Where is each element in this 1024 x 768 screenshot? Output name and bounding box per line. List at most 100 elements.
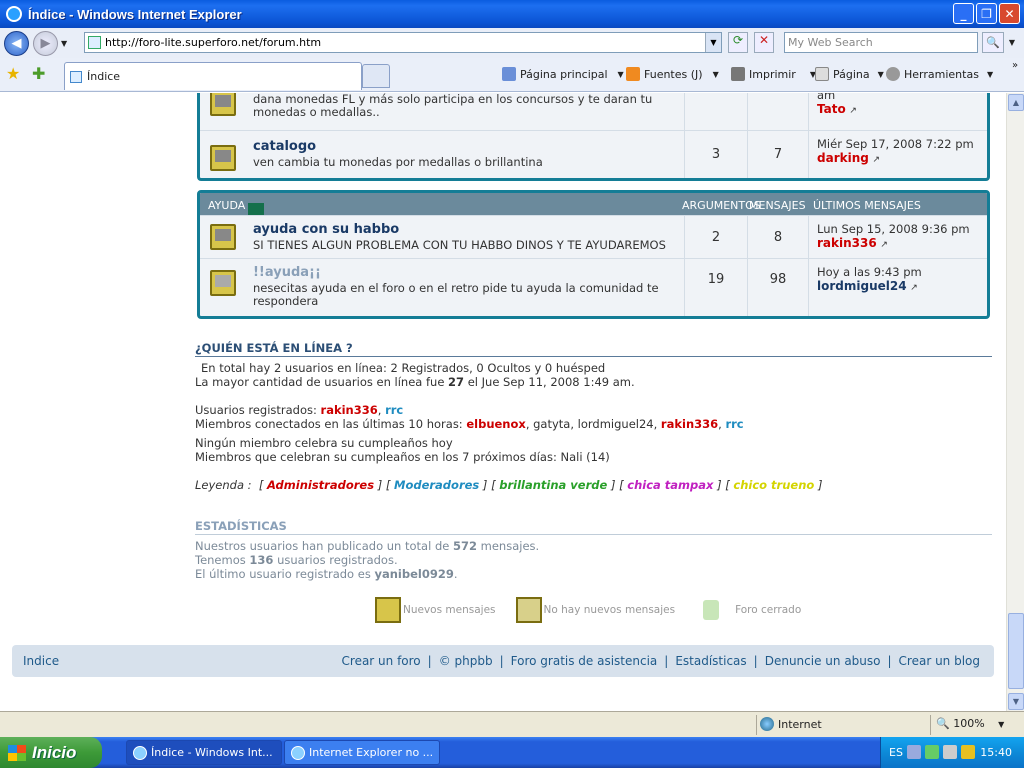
user-link[interactable]: lordmiguel24 [578, 417, 654, 431]
tab-bar: ★ ✚ Índice Página principal ▼ Fuentes (J)… [0, 58, 1024, 92]
footer-link[interactable]: Foro gratis de asistencia [511, 654, 658, 668]
registered-users: Usuarios registrados: rakin336, rrc [195, 403, 404, 417]
scroll-thumb[interactable] [1008, 613, 1024, 689]
window-titlebar[interactable]: Índice - Windows Internet Explorer _ ❐ ✕ [0, 0, 1024, 28]
start-label: Inicio [32, 742, 77, 762]
user-link[interactable]: rakin336 [321, 403, 378, 417]
print-button[interactable]: Imprimir ▼ [731, 65, 816, 83]
last-post-user[interactable]: Tato [817, 102, 846, 116]
forum-last-post: am Tato ↗ [817, 93, 982, 118]
new-tab-button[interactable] [362, 64, 390, 88]
stop-button[interactable]: ✕ [754, 32, 774, 53]
feeds-button[interactable]: Fuentes (J) ▼ [626, 65, 719, 83]
page-menu-button[interactable]: Página ▼ [815, 65, 884, 83]
taskbar-item-label: Internet Explorer no ... [309, 746, 434, 759]
forum-row: catalogo ven cambia tu monedas por medal… [200, 130, 987, 178]
home-label: Página principal [520, 67, 608, 81]
last-post-user[interactable]: lordmiguel24 [817, 279, 907, 293]
user-link[interactable]: elbuenox [466, 417, 525, 431]
messenger-icon[interactable] [925, 745, 939, 759]
last-post-user[interactable]: darking [817, 151, 869, 165]
legend-group[interactable]: brillantina verde [499, 478, 607, 492]
goto-post-icon[interactable]: ↗ [910, 283, 918, 293]
home-button[interactable]: Página principal ▼ [502, 65, 624, 83]
user-link[interactable]: rrc [385, 403, 403, 417]
user-link[interactable]: gatyta [533, 417, 570, 431]
network-icon[interactable] [907, 745, 921, 759]
category-title[interactable]: AYUDA [208, 199, 245, 212]
search-options-dropdown[interactable]: ▼ [1006, 32, 1018, 53]
stats-posts: Nuestros usuarios han publicado un total… [195, 539, 540, 553]
taskbar-item[interactable]: Internet Explorer no ... [284, 740, 440, 765]
footer-link[interactable]: Estadísticas [675, 654, 746, 668]
language-indicator[interactable]: ES [889, 746, 903, 759]
forum-category-ayuda: AYUDA ARGUMENTOS MENSAJES ÚLTIMOS MENSAJ… [197, 190, 990, 319]
search-button[interactable]: 🔍 [982, 32, 1004, 53]
forum-row: !!ayuda¡¡ nesecitas ayuda en el foro o e… [200, 258, 987, 316]
back-button[interactable]: ◀ [4, 30, 29, 56]
online-title: ¿QUIÉN ESTÁ EN LÍNEA ? [195, 341, 353, 355]
windows-flag-icon [8, 745, 26, 761]
address-url: http://foro-lite.superforo.net/forum.htm [105, 36, 322, 49]
legend-no-new: No hay nuevos mensajes [543, 604, 676, 616]
taskbar-item[interactable]: Índice - Windows Int... [126, 740, 282, 765]
address-input[interactable]: http://foro-lite.superforo.net/forum.htm… [84, 32, 722, 53]
forum-name[interactable]: catalogo [253, 139, 316, 154]
tools-menu-button[interactable]: Herramientas ▼ [886, 65, 993, 83]
start-button[interactable]: Inicio [0, 737, 102, 768]
user-link[interactable]: rakin336 [661, 417, 718, 431]
goto-post-icon[interactable]: ↗ [849, 106, 857, 116]
stats-title: ESTADÍSTICAS [195, 519, 287, 533]
add-favorites-icon[interactable]: ✚ [32, 64, 45, 83]
search-placeholder: My Web Search [788, 36, 873, 49]
zoom-control[interactable]: 🔍 100% ▼ [936, 717, 1004, 730]
footer-link[interactable]: Denuncie un abuso [765, 654, 881, 668]
legend-new-posts: Nuevos mensajes [403, 604, 496, 616]
footer-link[interactable]: Crear un foro [342, 654, 421, 668]
user-link[interactable]: rrc [725, 417, 743, 431]
newest-user-link[interactable]: yanibel0929 [374, 567, 453, 581]
vertical-scrollbar[interactable]: ▲ ▼ [1006, 93, 1024, 711]
recent-pages-dropdown[interactable]: ▼ [61, 39, 67, 48]
refresh-button[interactable]: ⟳ [728, 32, 748, 53]
hardware-icon[interactable] [943, 745, 957, 759]
footer-link[interactable]: Crear un blog [899, 654, 980, 668]
security-zone[interactable]: Internet [760, 717, 822, 731]
forum-name[interactable]: !!ayuda¡¡ [253, 265, 321, 280]
clock[interactable]: 15:40 [980, 746, 1012, 759]
last-post-user[interactable]: rakin336 [817, 236, 877, 250]
forum-topic-count: 19 [707, 272, 725, 287]
forum-name[interactable]: ayuda con su habbo [253, 222, 399, 237]
page-menu-label: Página [833, 67, 870, 81]
tab-indice[interactable]: Índice [64, 62, 362, 90]
more-commands-icon[interactable]: » [1012, 60, 1018, 71]
legend-group[interactable]: chico trueno [733, 478, 814, 492]
page-menu-icon [815, 67, 829, 81]
address-dropdown[interactable]: ▼ [705, 33, 721, 52]
security-shield-icon[interactable] [961, 745, 975, 759]
legend-admins[interactable]: Administradores [267, 478, 374, 492]
print-label: Imprimir [749, 67, 796, 81]
system-tray: ES 15:40 [880, 737, 1024, 768]
scroll-down-arrow-icon[interactable]: ▼ [1008, 693, 1024, 710]
tab-label: Índice [87, 70, 121, 83]
scroll-up-arrow-icon[interactable]: ▲ [1008, 94, 1024, 111]
no-new-posts-icon [515, 597, 542, 623]
feeds-label: Fuentes (J) [644, 67, 703, 81]
footer-home-link[interactable]: Indice [23, 654, 59, 668]
globe-icon [760, 717, 774, 731]
minimize-icon[interactable]: _ [953, 3, 974, 24]
favorites-star-icon[interactable]: ★ [6, 64, 20, 83]
forum-new-posts-icon [210, 270, 236, 296]
goto-post-icon[interactable]: ↗ [873, 155, 881, 165]
rss-icon [626, 67, 640, 81]
maximize-icon[interactable]: ❐ [976, 3, 997, 24]
stats-users: Tenemos 136 usuarios registrados. [195, 553, 398, 567]
forward-button[interactable]: ▶ [33, 30, 58, 56]
legend-group[interactable]: chica tampax [627, 478, 713, 492]
goto-post-icon[interactable]: ↗ [880, 240, 888, 250]
search-input[interactable]: My Web Search [784, 32, 978, 53]
footer-link[interactable]: © phpbb [439, 654, 493, 668]
legend-moderators[interactable]: Moderadores [394, 478, 479, 492]
close-icon[interactable]: ✕ [999, 3, 1020, 24]
